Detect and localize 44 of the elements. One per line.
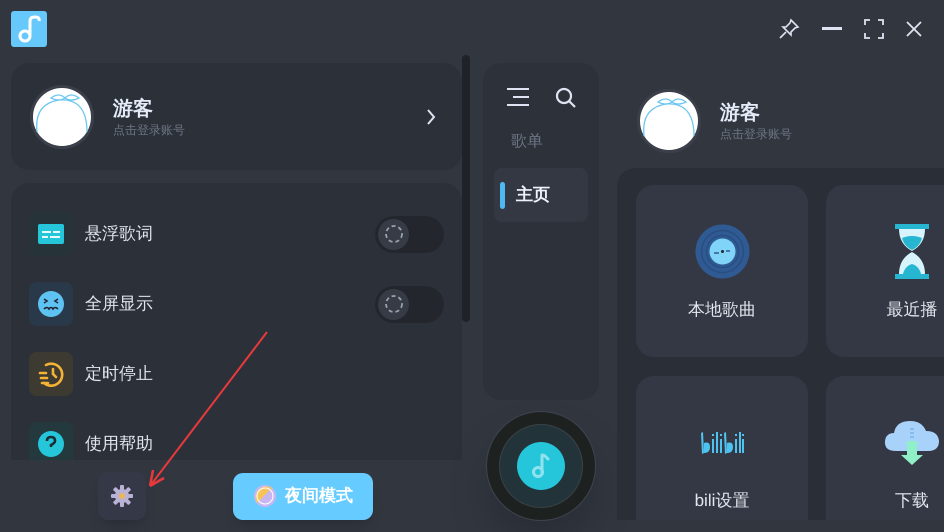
day-night-icon [253, 484, 277, 508]
close-icon[interactable] [906, 21, 922, 37]
selected-indicator [500, 182, 505, 208]
music-note-icon [517, 442, 565, 490]
setting-label[interactable]: 悬浮歌词 [85, 221, 375, 247]
setting-label[interactable]: 定时停止 [85, 361, 444, 387]
avatar-icon [636, 88, 702, 154]
login-hint: 点击登录账号 [113, 122, 186, 138]
subtitles-icon [38, 224, 64, 244]
profile-card[interactable]: 游客 点击登录账号 [11, 63, 462, 170]
feature-tile[interactable]: bili设置 [636, 376, 808, 520]
search-icon[interactable] [554, 87, 576, 108]
minimize-icon[interactable] [822, 27, 842, 31]
toggle-switch[interactable] [375, 286, 444, 322]
settings-button[interactable] [98, 472, 146, 520]
feature-tile[interactable]: 最近播 [826, 185, 944, 357]
feature-tile[interactable]: 下载 [826, 376, 944, 520]
help-icon [38, 431, 64, 457]
timer-icon [38, 361, 64, 387]
setting-label[interactable]: 使用帮助 [85, 431, 444, 457]
login-hint: 点击登录账号 [720, 126, 792, 142]
user-name: 游客 [113, 96, 154, 122]
tile-label: 下载 [895, 490, 929, 512]
tile-label: bili设置 [694, 490, 750, 512]
menu-icon[interactable] [506, 87, 530, 107]
settings-icon [111, 485, 133, 507]
vinyl-record-icon [694, 224, 750, 279]
dizzy-face-icon [38, 291, 64, 317]
toggle-switch[interactable] [375, 216, 444, 252]
app-logo-icon [11, 11, 47, 47]
user-name: 游客 [720, 100, 761, 126]
bilibili-logo-icon [700, 429, 744, 456]
hourglass-icon [895, 224, 929, 279]
chevron-right-icon [426, 108, 436, 124]
pin-icon[interactable] [778, 18, 800, 40]
toggle-thumb-icon [384, 294, 404, 314]
tile-label: 最近播 [886, 299, 938, 322]
feature-tile[interactable]: 本地歌曲 [636, 185, 808, 357]
maximize-icon[interactable] [864, 19, 884, 39]
nav-item[interactable]: 主页 [494, 168, 588, 222]
avatar-icon [29, 84, 95, 150]
toggle-thumb-icon [384, 224, 404, 244]
tile-label: 本地歌曲 [688, 299, 756, 322]
setting-label[interactable]: 全屏显示 [85, 291, 375, 317]
